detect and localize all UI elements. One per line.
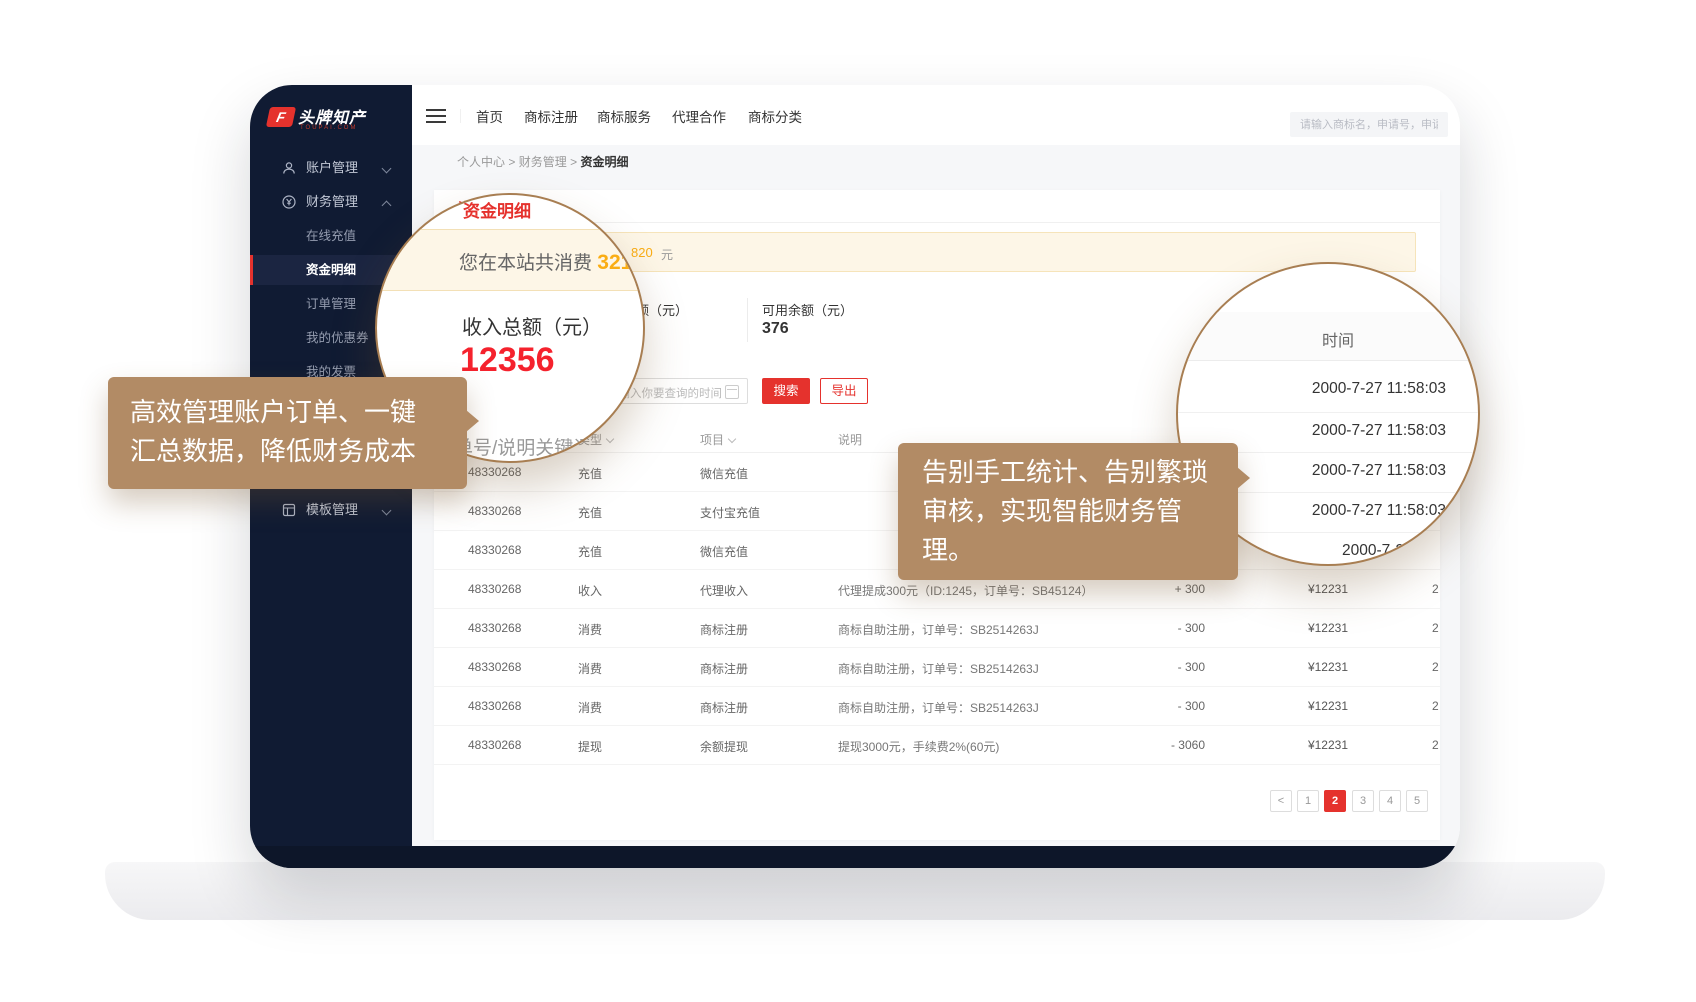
nav-item-home[interactable]: 首页 [476,106,503,126]
magnified-time-cell: 2000-7-27 11:58:03 [1258,502,1446,520]
th-desc: 说明 [838,431,862,448]
magnified-tab: 资金明细 [463,197,531,222]
breadcrumb-finance[interactable]: 财务管理 [519,155,567,169]
pagination-page-3[interactable]: 3 [1352,790,1374,812]
stat-balance-label: 可用余额（元） [762,300,853,319]
stat-balance-value: 376 [762,320,789,338]
magnified-time-header: 时间 [1322,327,1354,351]
magnified-time-cell: 2000-7-27 11:58:03 [1258,462,1446,480]
magnified-time-cell: 2000-7-27 11:58:03 [1258,422,1446,440]
magnified-time-cell: 2000-7-27 11:58:03 [1258,380,1446,398]
nav-item-trademark-class[interactable]: 商标分类 [748,106,802,126]
sidebar-item-templates[interactable]: 模板管理 [250,495,412,525]
template-icon [282,503,296,517]
banner-unit: 元 [661,246,673,263]
sort-icon [606,435,614,443]
magnified-income-value: 12356 [460,341,555,380]
laptop-base [105,862,1605,920]
calendar-icon[interactable] [725,385,739,399]
laptop-bottom-bezel [250,846,1460,868]
callout-arrow [466,410,479,432]
table-row[interactable]: 48330268消费商标注册商标自助注册，订单号：SB2514263J- 300… [434,647,1440,687]
trademark-search-input[interactable] [1290,112,1448,137]
sort-icon [728,435,736,443]
chevron-down-icon [382,164,392,174]
user-icon [282,161,296,175]
hamburger-menu-icon[interactable] [426,109,461,123]
table-row[interactable]: 48330268提现余额提现提现3000元，手续费2%(60元)- 3060¥1… [434,725,1440,765]
pagination-page-4[interactable]: 4 [1379,790,1401,812]
stats-divider [747,298,748,342]
chevron-down-icon [382,506,392,516]
table-row[interactable]: 48330268消费商标注册商标自助注册，订单号：SB2514263J- 300… [434,608,1440,648]
pagination-page-2-active[interactable]: 2 [1324,790,1346,812]
pagination-prev[interactable]: < [1270,790,1292,812]
table-row[interactable]: 48330268消费商标注册商标自助注册，订单号：SB2514263J- 300… [434,686,1440,726]
search-button[interactable]: 搜索 [762,378,810,404]
breadcrumb-home[interactable]: 个人中心 [457,155,505,169]
active-indicator [250,255,253,285]
callout-left: 高效管理账户订单、一键 汇总数据，降低财务成本 [108,377,467,489]
nav-item-trademark-register[interactable]: 商标注册 [524,106,578,126]
callout-arrow [1237,467,1250,489]
mockup-canvas: 首页 商标注册 商标服务 代理合作 商标分类 个人中心 > 财务管理 > 资金明… [0,0,1696,1002]
magnified-banner: 您在本站共消费 32124 元 [377,229,643,291]
callout-right: 告别手工统计、告别繁琐 审核，实现智能财务管 理。 [898,443,1238,580]
sidebar-item-finance[interactable]: 财务管理 [250,187,412,217]
chevron-up-icon [382,201,392,211]
brand-logo-icon: F [266,107,296,127]
nav-item-agency[interactable]: 代理合作 [672,106,726,126]
pagination-page-1[interactable]: 1 [1297,790,1319,812]
finance-icon [282,195,296,209]
breadcrumb: 个人中心 > 财务管理 > 资金明细 [457,153,628,170]
breadcrumb-current: 资金明细 [580,155,628,169]
magnified-amount: 32124 [597,251,645,274]
brand-logo-subtitle: TOUPAI.COM [300,125,357,131]
magnified-income-label: 收入总额（元） [462,311,602,340]
magnified-time-cell-partial: 2000-7-27 11:5 [1258,542,1446,560]
pagination-page-5[interactable]: 5 [1406,790,1428,812]
top-navbar: 首页 商标注册 商标服务 代理合作 商标分类 [412,85,1460,146]
magnified-time-header-band: 时间 [1178,312,1478,361]
th-project[interactable]: 项目 [700,431,735,448]
nav-item-trademark-service[interactable]: 商标服务 [597,106,651,126]
sidebar-item-account[interactable]: 账户管理 [250,153,412,183]
export-button[interactable]: 导出 [820,378,868,404]
